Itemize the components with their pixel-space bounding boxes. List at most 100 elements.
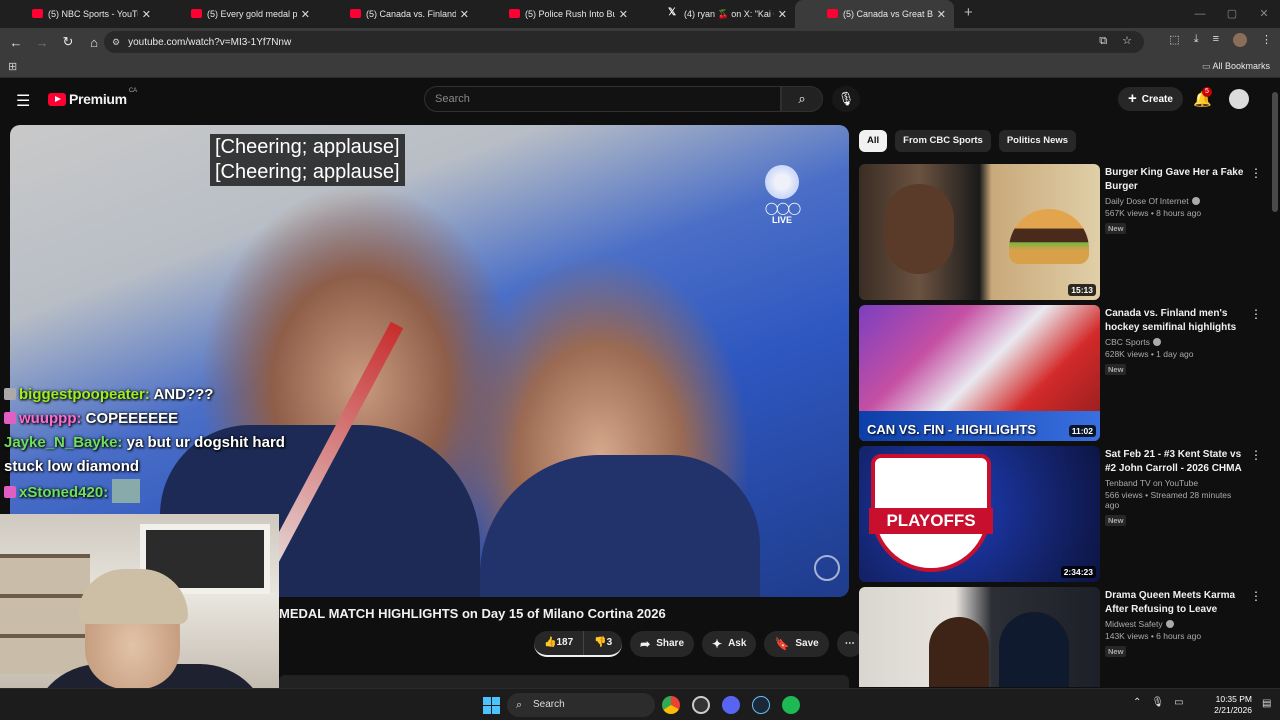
reload-icon[interactable]: ↻ [56,34,80,50]
steam-icon[interactable] [752,696,770,714]
more-vertical-icon[interactable]: ⋮ [1250,589,1262,603]
chrome-icon[interactable] [662,696,680,714]
close-icon[interactable]: ✕ [460,8,469,21]
close-icon[interactable]: ✕ [619,8,628,21]
more-vertical-icon[interactable]: ⋮ [1250,307,1262,321]
related-video-item[interactable]: PLAYOFFS 2:34:23 Sat Feb 21 - #3 Kent St… [859,446,1264,587]
chevron-up-icon[interactable]: ⌃ [1133,697,1141,708]
like-count: 187 [556,637,574,648]
like-button[interactable]: 👍 187 [534,631,583,655]
channel-watermark-icon[interactable] [814,555,840,581]
search-input[interactable]: Search [424,86,781,112]
browser-tab[interactable]: (5) Police Rush Into Burning Ba ✕ [477,0,636,28]
more-horizontal-icon: ⋯ [844,638,855,649]
tab-title: (4) ryan 🍒 on X: "Kai Cenat me [684,8,774,19]
hamburger-menu-icon[interactable]: ☰ [16,91,30,111]
close-window-icon[interactable]: ✕ [1248,0,1280,28]
windows-start-icon[interactable] [483,697,500,714]
cbc-gem-icon [765,165,799,199]
browser-tab-active[interactable]: (5) Canada vs Great Britain Men ✕ [795,0,954,28]
browser-tab[interactable]: (5) Canada vs. Finland men's ho ✕ [318,0,477,28]
create-button[interactable]: + Create [1118,87,1183,111]
search-icon: ⌕ [516,699,523,711]
tab-title: (5) Canada vs. Finland men's ho [366,9,456,19]
verified-icon [1165,620,1174,628]
video-thumbnail[interactable] [859,587,1100,687]
youtube-logo[interactable]: Premium CA [48,88,138,107]
taskbar-search[interactable]: ⌕ Search [507,693,655,717]
system-clock[interactable]: 10:35 PM 2/21/2026 [1212,694,1252,716]
all-bookmarks-button[interactable]: All Bookmarks [1202,61,1270,72]
channel-name[interactable]: Tenband TV on YouTube [1105,478,1245,488]
video-thumbnail[interactable]: 15:13 [859,164,1100,300]
duration-badge: 15:13 [1068,284,1096,296]
related-video-item[interactable]: 15:13 Burger King Gave Her a Fake Burger… [859,164,1264,305]
search-icon: ⌕ [798,91,806,106]
close-icon[interactable]: ✕ [142,8,151,21]
video-meta: Sat Feb 21 - #3 Kent State vs #2 John Ca… [1105,448,1245,528]
browser-tab[interactable]: 𝕏 (4) ryan 🍒 on X: "Kai Cenat me ✕ [636,0,795,28]
close-icon[interactable]: ✕ [778,8,787,21]
browser-tab[interactable]: (5) NBC Sports - YouTube ✕ [0,0,159,28]
user-avatar[interactable] [1229,89,1249,109]
share-button[interactable]: ➦ Share [630,631,695,657]
chip-all[interactable]: All [859,130,888,152]
address-bar[interactable]: ⚙ youtube.com/watch?v=MI3-1Yf7Nnw ⧉ ☆ [104,31,1144,53]
video-thumbnail[interactable]: PLAYOFFS 2:34:23 [859,446,1100,582]
ask-button[interactable]: ✦ Ask [702,631,757,657]
site-info-icon[interactable]: ⚙ [112,37,120,48]
ask-label: Ask [728,638,747,649]
notification-count-badge: 5 [1202,87,1212,97]
related-video-item[interactable]: CAN VS. FIN - HIGHLIGHTS 11:02 Canada vs… [859,305,1264,446]
spotify-icon[interactable] [782,696,800,714]
home-icon[interactable]: ⌂ [82,35,106,50]
new-tab-button[interactable]: + [964,0,973,28]
menu-icon[interactable]: ⋮ [1261,33,1272,47]
chat-username: wuuppp: [19,410,82,427]
bookmark-star-icon[interactable]: ☆ [1122,35,1132,47]
browser-tab[interactable]: (5) Every gold medal performan ✕ [159,0,318,28]
forward-icon[interactable]: → [30,35,54,50]
channel-name[interactable]: CBC Sports [1105,337,1245,347]
new-badge: New [1105,515,1127,526]
description-box[interactable] [279,675,849,689]
page-scrollbar[interactable] [1270,80,1280,688]
mic-tray-icon[interactable]: 🎙 [1151,697,1164,708]
extensions-icon[interactable]: ⬚ [1169,33,1179,47]
profile-avatar[interactable] [1233,33,1247,47]
apps-grid-icon[interactable]: ⊞ [8,60,17,73]
save-button[interactable]: 🔖 Save [764,631,829,657]
maximize-icon[interactable]: ▢ [1216,0,1248,28]
search-button[interactable]: ⌕ [781,86,823,112]
notification-center-icon[interactable]: ▤ [1262,698,1271,709]
discord-icon[interactable] [722,696,740,714]
channel-name[interactable]: Daily Dose Of Internet [1105,196,1245,206]
clock-time: 10:35 PM [1215,694,1252,704]
notifications-button[interactable]: 🔔 5 [1193,87,1212,108]
channel-name[interactable]: Midwest Safety [1105,619,1245,629]
close-icon[interactable]: ✕ [301,8,310,21]
close-icon[interactable]: ✕ [937,8,946,21]
media-icon[interactable]: ≡ [1213,33,1219,47]
related-title[interactable]: Canada vs. Finland men's hockey semifina… [1105,307,1245,334]
video-thumbnail[interactable]: CAN VS. FIN - HIGHLIGHTS 11:02 [859,305,1100,441]
dislike-button[interactable]: 👎 3 [583,631,622,655]
scrollbar-thumb[interactable] [1272,92,1278,212]
channel-label: Midwest Safety [1105,619,1163,629]
network-icon[interactable]: ▭ [1174,697,1183,708]
related-title[interactable]: Burger King Gave Her a Fake Burger [1105,166,1245,193]
chat-badge-icon [4,412,16,424]
install-icon[interactable]: ⧉ [1099,35,1107,47]
chip-politics-news[interactable]: Politics News [998,130,1077,152]
related-title[interactable]: Drama Queen Meets Karma After Refusing t… [1105,589,1245,616]
related-title[interactable]: Sat Feb 21 - #3 Kent State vs #2 John Ca… [1105,448,1245,475]
more-vertical-icon[interactable]: ⋮ [1250,166,1262,180]
back-icon[interactable]: ← [4,35,28,50]
minimize-icon[interactable]: — [1184,0,1216,28]
chip-from-cbc-sports[interactable]: From CBC Sports [895,130,991,152]
voice-search-button[interactable]: 🎙 [832,86,860,112]
more-vertical-icon[interactable]: ⋮ [1250,448,1262,462]
download-icon[interactable]: ⤓ [1194,33,1199,47]
obs-icon[interactable] [692,696,710,714]
country-code: CA [128,88,138,94]
